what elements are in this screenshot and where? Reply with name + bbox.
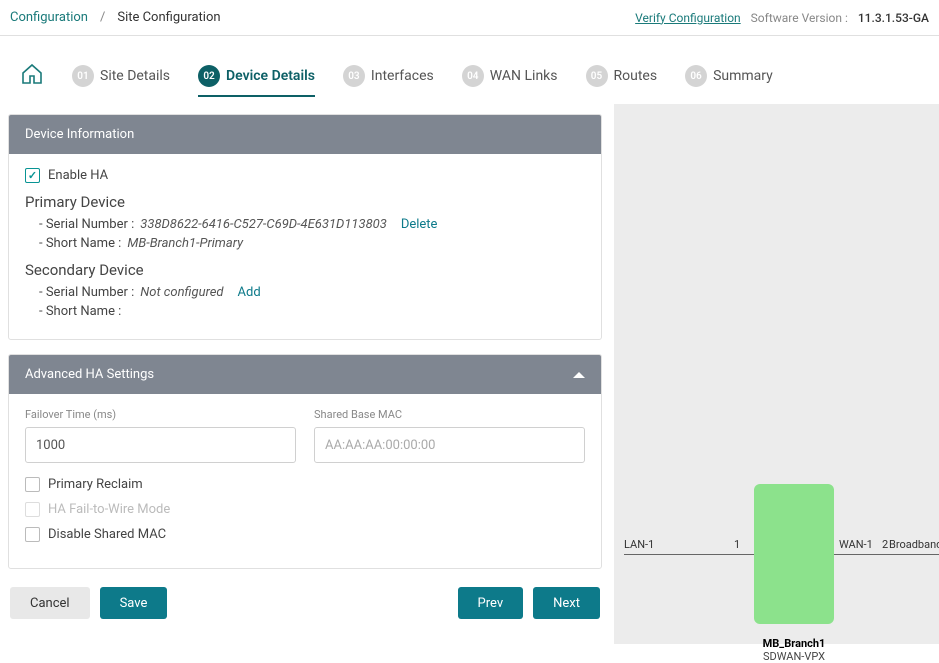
shared-base-mac-label: Shared Base MAC [314,408,585,421]
tab-wan-links[interactable]: 04 WAN Links [462,57,558,95]
advanced-ha-settings-header[interactable]: Advanced HA Settings [9,355,601,394]
tab-number: 03 [343,65,365,87]
breadcrumb-current: Site Configuration [117,10,220,25]
primary-serial-value: 338D8622-6416-C527-C69D-4E631D113803 [140,217,387,232]
tab-label: Site Details [100,68,170,84]
tab-number: 06 [685,65,707,87]
cancel-button[interactable]: Cancel [10,587,90,619]
lan-label: LAN-1 [624,538,654,551]
prev-button[interactable]: Prev [458,587,524,619]
enable-ha-checkbox[interactable]: Enable HA [25,168,585,183]
breadcrumb-configuration[interactable]: Configuration [10,10,88,25]
primary-serial-label: Serial Number : [39,217,134,232]
software-version-label: Software Version : [751,11,848,25]
primary-short-name-value: MB-Branch1-Primary [127,236,243,251]
broadband-label: Broadband-Verizon [889,538,939,551]
wan-label: WAN-1 [839,538,873,551]
home-icon[interactable] [20,62,44,90]
tab-label: Routes [614,68,658,84]
add-secondary-serial-link[interactable]: Add [238,285,261,300]
shared-base-mac-input[interactable] [314,427,585,463]
checkbox-icon [25,168,40,183]
tab-number: 02 [198,65,220,87]
verify-configuration-link[interactable]: Verify Configuration [635,11,741,25]
fail-to-wire-label: HA Fail-to-Wire Mode [48,502,170,517]
advanced-ha-title: Advanced HA Settings [25,367,154,382]
chevron-up-icon [573,372,585,378]
device-information-panel: Device Information Enable HA Primary Dev… [8,114,602,340]
enable-ha-label: Enable HA [48,168,108,183]
secondary-short-name-label: Short Name : [39,304,121,319]
breadcrumb-separator: / [100,10,105,25]
software-version-value: 11.3.1.53-GA [858,11,929,25]
checkbox-icon [25,477,40,492]
primary-device-title: Primary Device [25,193,585,211]
wan-port-label: 2 [882,538,888,551]
failover-time-label: Failover Time (ms) [25,408,296,421]
fail-to-wire-checkbox: HA Fail-to-Wire Mode [25,502,585,517]
tab-label: Summary [713,68,773,84]
primary-reclaim-label: Primary Reclaim [48,477,143,492]
next-button[interactable]: Next [533,587,600,619]
save-button[interactable]: Save [100,587,168,619]
lan-port-label: 1 [734,538,740,551]
tab-number: 04 [462,65,484,87]
secondary-device-title: Secondary Device [25,261,585,279]
tab-label: Interfaces [371,68,434,84]
tab-number: 01 [72,65,94,87]
wan-link-line [834,554,939,555]
tab-label: Device Details [226,68,315,84]
disable-shared-mac-checkbox[interactable]: Disable Shared MAC [25,527,585,542]
device-information-header: Device Information [9,115,601,154]
breadcrumb: Configuration / Site Configuration [10,10,221,25]
tab-number: 05 [586,65,608,87]
topology-preview: LAN-1 1 WAN-1 2 Broadband-Verizon MB_Bra… [614,104,939,644]
advanced-ha-settings-panel: Advanced HA Settings Failover Time (ms) … [8,354,602,569]
failover-time-input[interactable] [25,427,296,463]
tab-routes[interactable]: 05 Routes [586,57,658,95]
delete-primary-serial-link[interactable]: Delete [401,217,438,232]
primary-short-name-label: Short Name : [39,236,121,251]
checkbox-icon [25,527,40,542]
tab-summary[interactable]: 06 Summary [685,57,773,95]
secondary-serial-label: Serial Number : [39,285,134,300]
tab-site-details[interactable]: 01 Site Details [72,57,170,95]
lan-link-line [624,554,754,555]
tab-interfaces[interactable]: 03 Interfaces [343,57,434,95]
tab-device-details[interactable]: 02 Device Details [198,57,315,95]
primary-reclaim-checkbox[interactable]: Primary Reclaim [25,477,585,492]
tab-label: WAN Links [490,68,558,84]
checkbox-icon [25,502,40,517]
secondary-serial-value: Not configured [140,285,223,300]
device-name: MB_Branch1 [724,637,864,650]
disable-shared-mac-label: Disable Shared MAC [48,527,166,542]
device-node-icon [754,484,834,624]
